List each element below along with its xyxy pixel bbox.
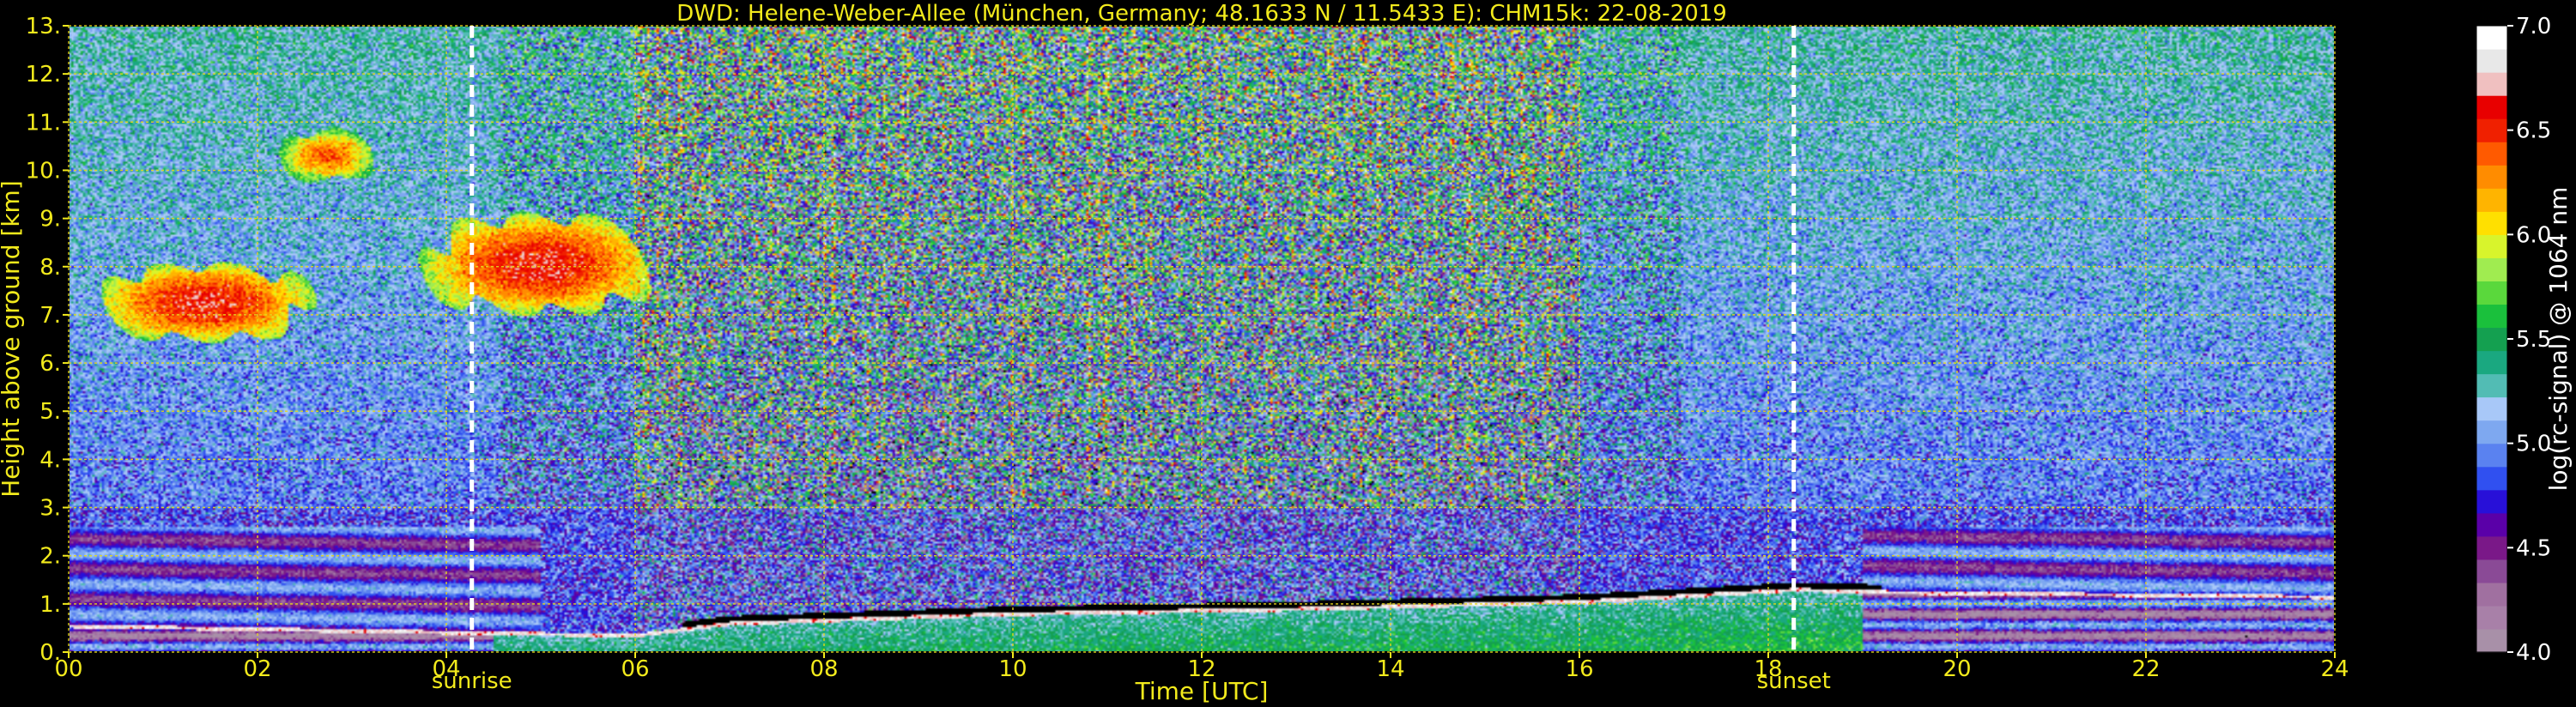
colorbar-swatch	[2476, 211, 2507, 235]
colorbar-swatch	[2476, 373, 2507, 398]
y-tick-label: 3.	[39, 496, 61, 522]
colorbar-tick-label: 4.5	[2516, 535, 2551, 561]
colorbar-swatch	[2476, 304, 2507, 329]
y-tick-label: 0.	[39, 640, 61, 666]
colorbar-swatch	[2476, 118, 2507, 142]
colorbar-swatch	[2476, 188, 2507, 212]
colorbar-swatch	[2476, 466, 2507, 491]
x-tick-label: 06	[621, 656, 649, 682]
colorbar-swatch	[2476, 257, 2507, 282]
x-tick-label: 02	[243, 656, 271, 682]
y-tick-label: 9.	[39, 207, 61, 233]
y-tick-label: 13.	[26, 14, 61, 39]
colorbar-swatch	[2476, 582, 2507, 607]
x-tick-label: 18	[1754, 656, 1782, 682]
y-tick-label: 6.	[39, 351, 61, 377]
colorbar-swatch	[2476, 350, 2507, 375]
x-axis-label: Time [UTC]	[1135, 677, 1269, 705]
colorbar-swatch	[2476, 535, 2507, 560]
x-tick-label: 14	[1376, 656, 1404, 682]
y-axis-label: Height above ground [km]	[0, 180, 25, 498]
colorbar	[2476, 25, 2508, 653]
colorbar-tick-label: 4.0	[2516, 640, 2551, 666]
colorbar-swatch	[2476, 26, 2507, 50]
x-tick-label: 04	[432, 656, 460, 682]
y-tick-label: 5.	[39, 399, 61, 425]
colorbar-label: log(rc-signal) @ 1064 nm	[2544, 187, 2573, 492]
colorbar-swatch	[2476, 443, 2507, 468]
chart-title: DWD: Helene-Weber-Allee (München, German…	[676, 1, 1727, 27]
colorbar-swatch	[2476, 72, 2507, 96]
y-tick-label: 4.	[39, 447, 61, 473]
x-tick-label: 08	[809, 656, 838, 682]
y-tick-label: 7.	[39, 303, 61, 329]
colorbar-swatch	[2476, 95, 2507, 119]
colorbar-swatch	[2476, 281, 2507, 305]
y-tick-label: 10.	[26, 158, 61, 184]
y-tick-label: 12.	[26, 62, 61, 88]
y-tick-label: 8.	[39, 255, 61, 281]
x-tick-label: 20	[1943, 656, 1971, 682]
x-tick-label: 22	[2131, 656, 2160, 682]
x-tick-label: 16	[1565, 656, 1593, 682]
colorbar-swatch	[2476, 234, 2507, 258]
x-tick-label: 24	[2320, 656, 2349, 682]
colorbar-tick-label: 7.0	[2516, 14, 2551, 39]
y-tick-label: 11.	[26, 110, 61, 136]
colorbar-swatch	[2476, 559, 2507, 583]
colorbar-swatch	[2476, 420, 2507, 444]
ceilometer-backscatter-chart: sunrise sunset DWD: Helene-Weber-Allee (M…	[0, 0, 2576, 707]
colorbar-swatch	[2476, 605, 2507, 630]
y-tick-label: 2.	[39, 544, 61, 570]
y-tick-label: 1.	[39, 592, 61, 618]
colorbar-swatch	[2476, 489, 2507, 514]
colorbar-swatch	[2476, 165, 2507, 189]
colorbar-swatch	[2476, 142, 2507, 166]
colorbar-swatch	[2476, 49, 2507, 73]
colorbar-swatch	[2476, 628, 2507, 653]
colorbar-swatch	[2476, 512, 2507, 537]
colorbar-swatch	[2476, 327, 2507, 352]
colorbar-swatch	[2476, 396, 2507, 421]
colorbar-tick-label: 6.5	[2516, 118, 2551, 144]
x-tick-label: 10	[998, 656, 1027, 682]
